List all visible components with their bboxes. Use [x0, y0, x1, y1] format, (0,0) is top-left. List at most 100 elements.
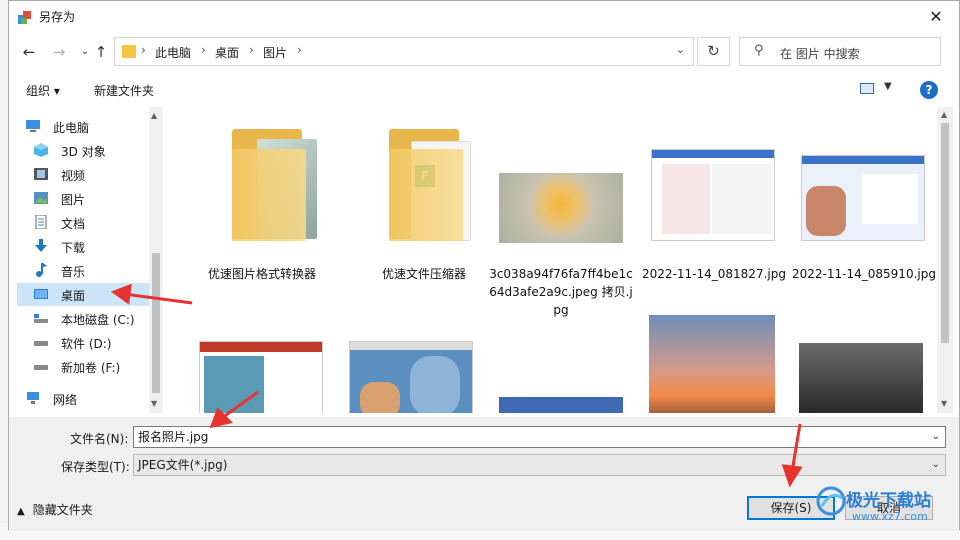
image-thumbnail: [639, 121, 789, 261]
organize-button[interactable]: 组织 ▾: [26, 82, 60, 99]
chevron-up-icon: ▲: [17, 506, 25, 517]
chevron-down-icon[interactable]: ⌄: [932, 427, 940, 447]
save-as-dialog: 另存为 ✕ ← → ⌄ ↑ › 此电脑 › 桌面 › 图片 › ⌄ ↻ ⚲ 在 …: [8, 0, 960, 531]
filetype-select[interactable]: JPEG文件(*.jpg) ⌄: [133, 454, 946, 476]
nav-item-label: 本地磁盘 (C:): [61, 313, 135, 327]
address-bar[interactable]: › 此电脑 › 桌面 › 图片 › ⌄: [114, 37, 694, 66]
nav-item-label: 桌面: [61, 289, 86, 303]
view-icon: [860, 83, 874, 94]
nav-item-desktop[interactable]: 桌面: [17, 283, 155, 306]
help-icon[interactable]: ?: [920, 81, 938, 99]
nav-item-label: 视频: [61, 169, 86, 183]
toolbar: 组织 ▾ 新建文件夹 ▼: [9, 75, 959, 103]
nav-item-label: 下载: [61, 241, 86, 255]
new-folder-button[interactable]: 新建文件夹: [94, 82, 154, 99]
nav-item-music[interactable]: 音乐: [17, 259, 155, 282]
documents-icon: [35, 215, 47, 229]
chevron-right-icon: ›: [297, 43, 302, 57]
folder-icon: [122, 45, 136, 58]
image-thumbnail: [649, 315, 799, 413]
nav-item-drive-f[interactable]: 新加卷 (F:): [17, 355, 155, 378]
video-icon: [34, 168, 48, 180]
watermark-logo: 极光下载站 www.xz7.com: [816, 482, 956, 532]
file-view: 优速图片格式转换器 F 优速文件压缩器 3c038a94f76fa7ff4be1…: [167, 107, 937, 413]
nav-item-downloads[interactable]: 下载: [17, 235, 155, 258]
scroll-thumb[interactable]: [941, 123, 949, 343]
scroll-down-arrow[interactable]: ▼: [941, 399, 947, 408]
watermark-url: www.xz7.com: [852, 510, 928, 523]
image-thumbnail: [199, 341, 349, 413]
file-name: 2022-11-14_085910.jpg: [792, 267, 936, 281]
download-icon: [35, 239, 47, 252]
hide-folders-label: 隐藏文件夹: [32, 503, 93, 517]
file-name: 2022-11-14_081827.jpg: [642, 267, 786, 281]
content-scrollbar[interactable]: ▲ ▼: [937, 107, 953, 413]
view-options-button[interactable]: ▼: [860, 81, 896, 97]
nav-item-drive-d[interactable]: 软件 (D:): [17, 331, 155, 354]
filename-field[interactable]: 报名照片.jpg ⌄: [133, 426, 946, 448]
pictures-icon: [34, 192, 48, 204]
filename-label: 文件名(N):: [70, 432, 129, 446]
nav-item-label: 网络: [53, 393, 78, 407]
image-thumbnail: [799, 343, 937, 413]
forward-button[interactable]: →: [49, 41, 69, 63]
desktop-icon: [34, 289, 48, 299]
chevron-down-icon: ⌄: [931, 459, 940, 470]
nav-item-pictures[interactable]: 图片: [17, 187, 155, 210]
nav-item-this-pc[interactable]: 此电脑: [17, 115, 155, 138]
scroll-up-arrow[interactable]: ▲: [151, 111, 157, 120]
app-icon: [18, 11, 31, 24]
close-button[interactable]: ✕: [913, 1, 959, 32]
folder-thumbnail: F: [349, 121, 499, 261]
chevron-right-icon: ›: [201, 43, 206, 57]
nav-item-documents[interactable]: 文档: [17, 211, 155, 234]
file-name: 3c038a94f76fa7ff4be1c64d3afe2a9c.jpeg 拷贝…: [489, 267, 633, 317]
nav-item-label: 新加卷 (F:): [61, 361, 121, 375]
3d-objects-icon: [34, 143, 48, 157]
breadcrumb-segment[interactable]: 图片: [263, 44, 287, 61]
watermark-icon: [816, 486, 846, 516]
up-button[interactable]: ↑: [91, 41, 111, 63]
nav-scrollbar[interactable]: ▲ ▼: [149, 107, 163, 413]
drive-icon: [34, 314, 48, 323]
scroll-down-arrow[interactable]: ▼: [151, 399, 157, 408]
watermark-text: 极光下载站: [846, 491, 931, 511]
nav-item-videos[interactable]: 视频: [17, 163, 155, 186]
nav-item-label: 文档: [61, 217, 86, 231]
folder-thumbnail: [187, 121, 337, 261]
breadcrumb-segment[interactable]: 桌面: [215, 44, 239, 61]
nav-item-drive-c[interactable]: 本地磁盘 (C:): [17, 307, 155, 330]
hide-folders-toggle[interactable]: ▲ 隐藏文件夹: [17, 501, 93, 518]
title-bar: 另存为 ✕: [9, 1, 959, 32]
drive-icon: [34, 341, 48, 346]
back-button[interactable]: ←: [19, 41, 39, 63]
file-name: 优速文件压缩器: [381, 267, 466, 281]
pc-icon: [26, 120, 40, 132]
nav-item-network[interactable]: 网络: [17, 387, 155, 410]
scroll-thumb[interactable]: [152, 253, 160, 393]
scroll-up-arrow[interactable]: ▲: [941, 110, 947, 119]
nav-item-label: 图片: [61, 193, 86, 207]
filetype-value: JPEG文件(*.jpg): [138, 458, 228, 472]
nav-item-3d-objects[interactable]: 3D 对象: [17, 139, 155, 162]
nav-item-label: 3D 对象: [61, 145, 106, 159]
image-thumbnail: [349, 341, 499, 413]
search-input[interactable]: ⚲ 在 图片 中搜索: [739, 37, 941, 66]
image-thumbnail: [499, 341, 649, 413]
filetype-label: 保存类型(T):: [61, 460, 130, 474]
refresh-button[interactable]: ↻: [697, 37, 730, 66]
file-name: 优速图片格式转换器: [207, 267, 316, 281]
chevron-down-icon[interactable]: ⌄: [676, 43, 685, 56]
nav-item-label: 音乐: [61, 265, 86, 279]
network-icon: [27, 392, 39, 404]
filename-value: 报名照片.jpg: [138, 430, 209, 444]
image-thumbnail: [789, 121, 937, 261]
search-icon: ⚲: [754, 43, 764, 58]
chevron-right-icon: ›: [141, 43, 146, 57]
breadcrumb-segment[interactable]: 此电脑: [155, 44, 191, 61]
nav-item-label: 此电脑: [53, 121, 90, 135]
nav-item-label: 软件 (D:): [61, 337, 112, 351]
navigation-pane: 此电脑 3D 对象 视频 图片 文档 下载 音乐 桌面 本地磁盘 (C:) 软件…: [17, 107, 163, 413]
chevron-down-icon: ▼: [884, 81, 892, 92]
image-thumbnail: [499, 121, 649, 261]
